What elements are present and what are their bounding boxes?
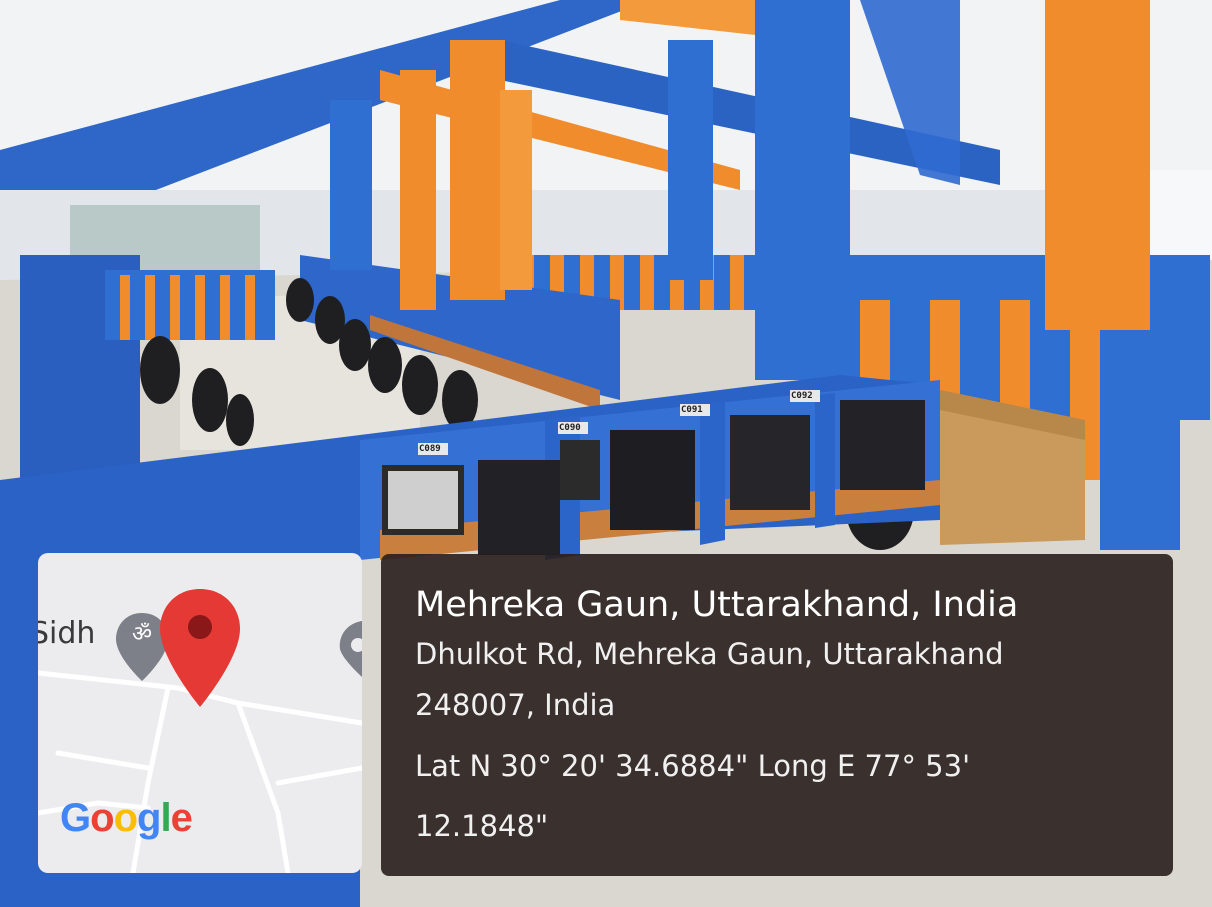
station-label-c092: C092 [791, 391, 813, 401]
om-glyph: ॐ [131, 622, 153, 647]
station-label-c090: C090 [559, 423, 581, 433]
station-label-c089: C089 [419, 444, 441, 454]
coordinates-line-1: Lat N 30° 20' 34.6884" Long E 77° 53' [415, 749, 971, 783]
address-line-2: 248007, India [415, 688, 616, 722]
map-street-label: Sidh [30, 616, 96, 651]
google-letter-o2: o [113, 796, 138, 840]
google-letter-g2: g [137, 796, 161, 840]
station-label-c091: C091 [681, 405, 703, 415]
google-logo: Google [60, 796, 193, 841]
coordinates-line-2: 12.1848" [415, 809, 549, 843]
location-title: Mehreka Gaun, Uttarakhand, India [415, 585, 1019, 625]
location-info-panel: Mehreka Gaun, Uttarakhand, India Dhulkot… [381, 554, 1173, 876]
google-letter-l: l [160, 796, 171, 840]
google-letter-e: e [170, 796, 193, 840]
google-letter-o1: o [90, 796, 114, 840]
address-line-1: Dhulkot Rd, Mehreka Gaun, Uttarakhand [415, 637, 1004, 671]
google-letter-g: G [60, 796, 91, 840]
